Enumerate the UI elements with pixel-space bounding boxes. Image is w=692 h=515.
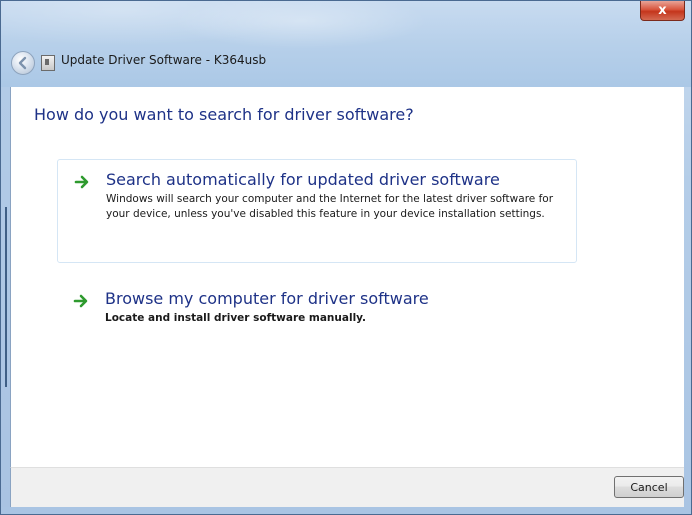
green-arrow-icon: [74, 175, 89, 189]
window-frame-left: [1, 87, 10, 507]
title-bar: x Update Driver Software - K364usb: [1, 1, 691, 87]
wizard-footer: Cancel: [10, 467, 684, 507]
option-title: Search automatically for updated driver …: [106, 170, 500, 189]
browse-computer-option[interactable]: Browse my computer for driver software L…: [57, 279, 577, 339]
green-arrow-icon: [73, 294, 88, 308]
cancel-button[interactable]: Cancel: [614, 476, 684, 498]
page-heading: How do you want to search for driver sof…: [34, 105, 414, 124]
option-description: Windows will search your computer and th…: [106, 193, 554, 220]
close-button[interactable]: x: [640, 1, 685, 21]
update-driver-window: x Update Driver Software - K364usb How d…: [0, 0, 692, 515]
close-icon: x: [658, 3, 667, 18]
back-arrow-icon: [18, 56, 27, 70]
window-title: Update Driver Software - K364usb: [61, 53, 267, 67]
option-title: Browse my computer for driver software: [105, 289, 429, 308]
back-button[interactable]: [11, 51, 35, 75]
search-automatically-option[interactable]: Search automatically for updated driver …: [57, 159, 577, 263]
option-description: Locate and install driver software manua…: [105, 312, 367, 324]
device-icon: [41, 55, 55, 71]
wizard-content: How do you want to search for driver sof…: [10, 87, 684, 467]
